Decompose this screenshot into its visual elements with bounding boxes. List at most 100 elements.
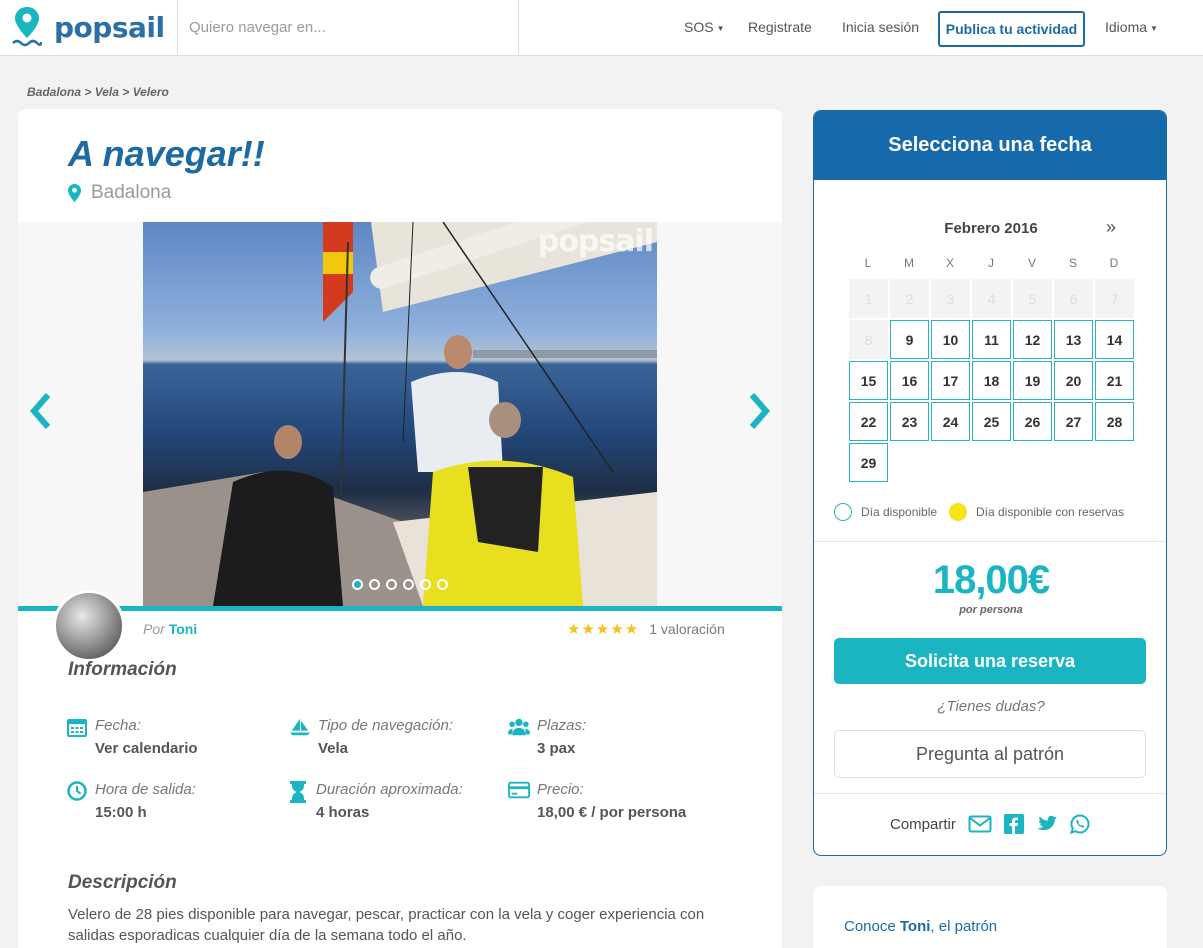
sailboat-icon: [289, 718, 311, 736]
info-seats: Plazas: 3 pax: [508, 716, 586, 760]
photo-gallery: popsail: [18, 222, 782, 606]
calendar-day-unavailable: 3: [931, 279, 970, 318]
chevron-left-icon: [30, 393, 51, 429]
calendar-day-available[interactable]: 23: [890, 402, 929, 441]
calendar-day-available[interactable]: 15: [849, 361, 888, 400]
info-date-value[interactable]: Ver calendario: [95, 738, 198, 760]
gallery-dot[interactable]: [403, 579, 414, 590]
info-duration-value: 4 horas: [316, 804, 370, 821]
calendar-day-available[interactable]: 24: [931, 402, 970, 441]
legend-available: Día disponible: [834, 503, 937, 521]
nav-login[interactable]: Inicia sesión: [842, 19, 919, 35]
calendar-day-available[interactable]: 12: [1013, 320, 1052, 359]
info-type-value: Vela: [318, 740, 349, 757]
owner-name-link[interactable]: Toni: [169, 621, 198, 637]
sailboat-photo[interactable]: popsail: [143, 222, 657, 606]
calendar-day-available[interactable]: 22: [849, 402, 888, 441]
calendar-day-available[interactable]: 16: [890, 361, 929, 400]
calendar-day-unavailable: 2: [890, 279, 929, 318]
gallery-watermark: popsail: [537, 224, 654, 259]
owner-card-suffix: , el patrón: [930, 918, 998, 935]
gallery-dot[interactable]: [386, 579, 397, 590]
gallery-dot[interactable]: [352, 579, 363, 590]
activity-title: A navegar!!: [68, 133, 265, 174]
ask-skipper-button[interactable]: Pregunta al patrón: [834, 730, 1146, 778]
share-whatsapp-button[interactable]: [1069, 814, 1090, 834]
calendar-day-available[interactable]: 29: [849, 443, 888, 482]
pin-wave-icon: [12, 7, 42, 47]
info-seats-label: Plazas:: [537, 717, 587, 734]
calendar-day-available[interactable]: 11: [972, 320, 1011, 359]
popsail-logo[interactable]: popsail: [12, 5, 165, 49]
credit-card-icon: [508, 781, 530, 799]
calendar-day-available[interactable]: 28: [1095, 402, 1134, 441]
calendar-day-available[interactable]: 25: [972, 402, 1011, 441]
calendar-day-available[interactable]: 19: [1013, 361, 1052, 400]
calendar-day-available[interactable]: 27: [1054, 402, 1093, 441]
rating-count[interactable]: 1 valoración: [649, 621, 725, 637]
top-navbar: popsail SOS▼ Registrate Inicia sesión Pu…: [0, 0, 1203, 56]
gallery-dots: [352, 579, 448, 590]
info-departure-value: 15:00 h: [95, 804, 147, 821]
owner-card-prefix: Conoce: [844, 918, 896, 935]
search-box: [177, 0, 519, 55]
info-date: Fecha: Ver calendario: [66, 716, 198, 760]
next-month-button[interactable]: »: [1106, 217, 1116, 238]
know-skipper-link[interactable]: Conoce Toni, el patrón: [844, 918, 997, 935]
owner-prefix: Por: [143, 621, 165, 637]
gallery-divider: [18, 606, 782, 611]
location-pin-icon: [68, 184, 81, 202]
nav-sos[interactable]: SOS ▼: [684, 19, 725, 35]
booking-card: Selecciona una fecha Febrero 2016 » Día …: [813, 110, 1167, 856]
nav-language[interactable]: Idioma ▼: [1105, 19, 1158, 35]
calendar-day-available[interactable]: 10: [931, 320, 970, 359]
share-twitter-button[interactable]: [1036, 815, 1058, 833]
caret-down-icon: ▼: [716, 23, 725, 33]
calendar-day-available[interactable]: 17: [931, 361, 970, 400]
owner-card: Conoce Toni, el patrón: [813, 886, 1167, 948]
legend-available-label: Día disponible: [861, 505, 938, 519]
gallery-dot[interactable]: [420, 579, 431, 590]
email-icon: [968, 815, 992, 833]
calendar-day-unavailable: 7: [1095, 279, 1134, 318]
share-facebook-button[interactable]: [1003, 814, 1024, 834]
owner-avatar[interactable]: [53, 590, 125, 662]
calendar-day-available[interactable]: 20: [1054, 361, 1093, 400]
share-email-button[interactable]: [968, 815, 992, 833]
description-heading: Descripción: [68, 872, 177, 893]
nav-sos-label: SOS: [684, 19, 714, 35]
calendar-day-available[interactable]: 13: [1054, 320, 1093, 359]
whatsapp-icon: [1069, 814, 1090, 834]
publish-activity-button[interactable]: Publica tu actividad: [938, 11, 1085, 47]
share-label: Compartir: [890, 815, 956, 833]
calendar-icon: [67, 719, 87, 737]
divider: [814, 793, 1166, 794]
double-chevron-right-icon: »: [1106, 217, 1117, 237]
gallery-dot[interactable]: [437, 579, 448, 590]
available-dot-icon: [834, 503, 852, 521]
weekday-label: X: [945, 256, 954, 270]
calendar-day-unavailable: 8: [849, 320, 888, 359]
breadcrumb[interactable]: Badalona > Vela > Velero: [27, 85, 169, 99]
request-booking-button[interactable]: Solicita una reserva: [834, 638, 1146, 684]
logo-text: popsail: [54, 10, 165, 44]
gallery-dot[interactable]: [369, 579, 380, 590]
gallery-prev-button[interactable]: [28, 392, 54, 435]
calendar-day-available[interactable]: 18: [972, 361, 1011, 400]
search-input[interactable]: [178, 0, 518, 55]
info-seats-value: 3 pax: [537, 740, 576, 757]
calendar-day-available[interactable]: 9: [890, 320, 929, 359]
calendar-day-available[interactable]: 21: [1095, 361, 1134, 400]
calendar-day-available[interactable]: 26: [1013, 402, 1052, 441]
nav-register[interactable]: Registrate: [748, 19, 812, 35]
gallery-next-button[interactable]: [746, 392, 772, 435]
info-heading: Información: [68, 659, 177, 680]
facebook-icon: [1003, 814, 1024, 834]
twitter-icon: [1037, 815, 1057, 831]
calendar-day-available[interactable]: 14: [1095, 320, 1134, 359]
weekday-label: L: [864, 256, 872, 270]
nav-language-label: Idioma: [1105, 19, 1148, 35]
hourglass-icon: [290, 781, 306, 803]
info-duration: Duración aproximada: 4 horas: [287, 780, 463, 824]
booked-dot-icon: [949, 503, 967, 521]
